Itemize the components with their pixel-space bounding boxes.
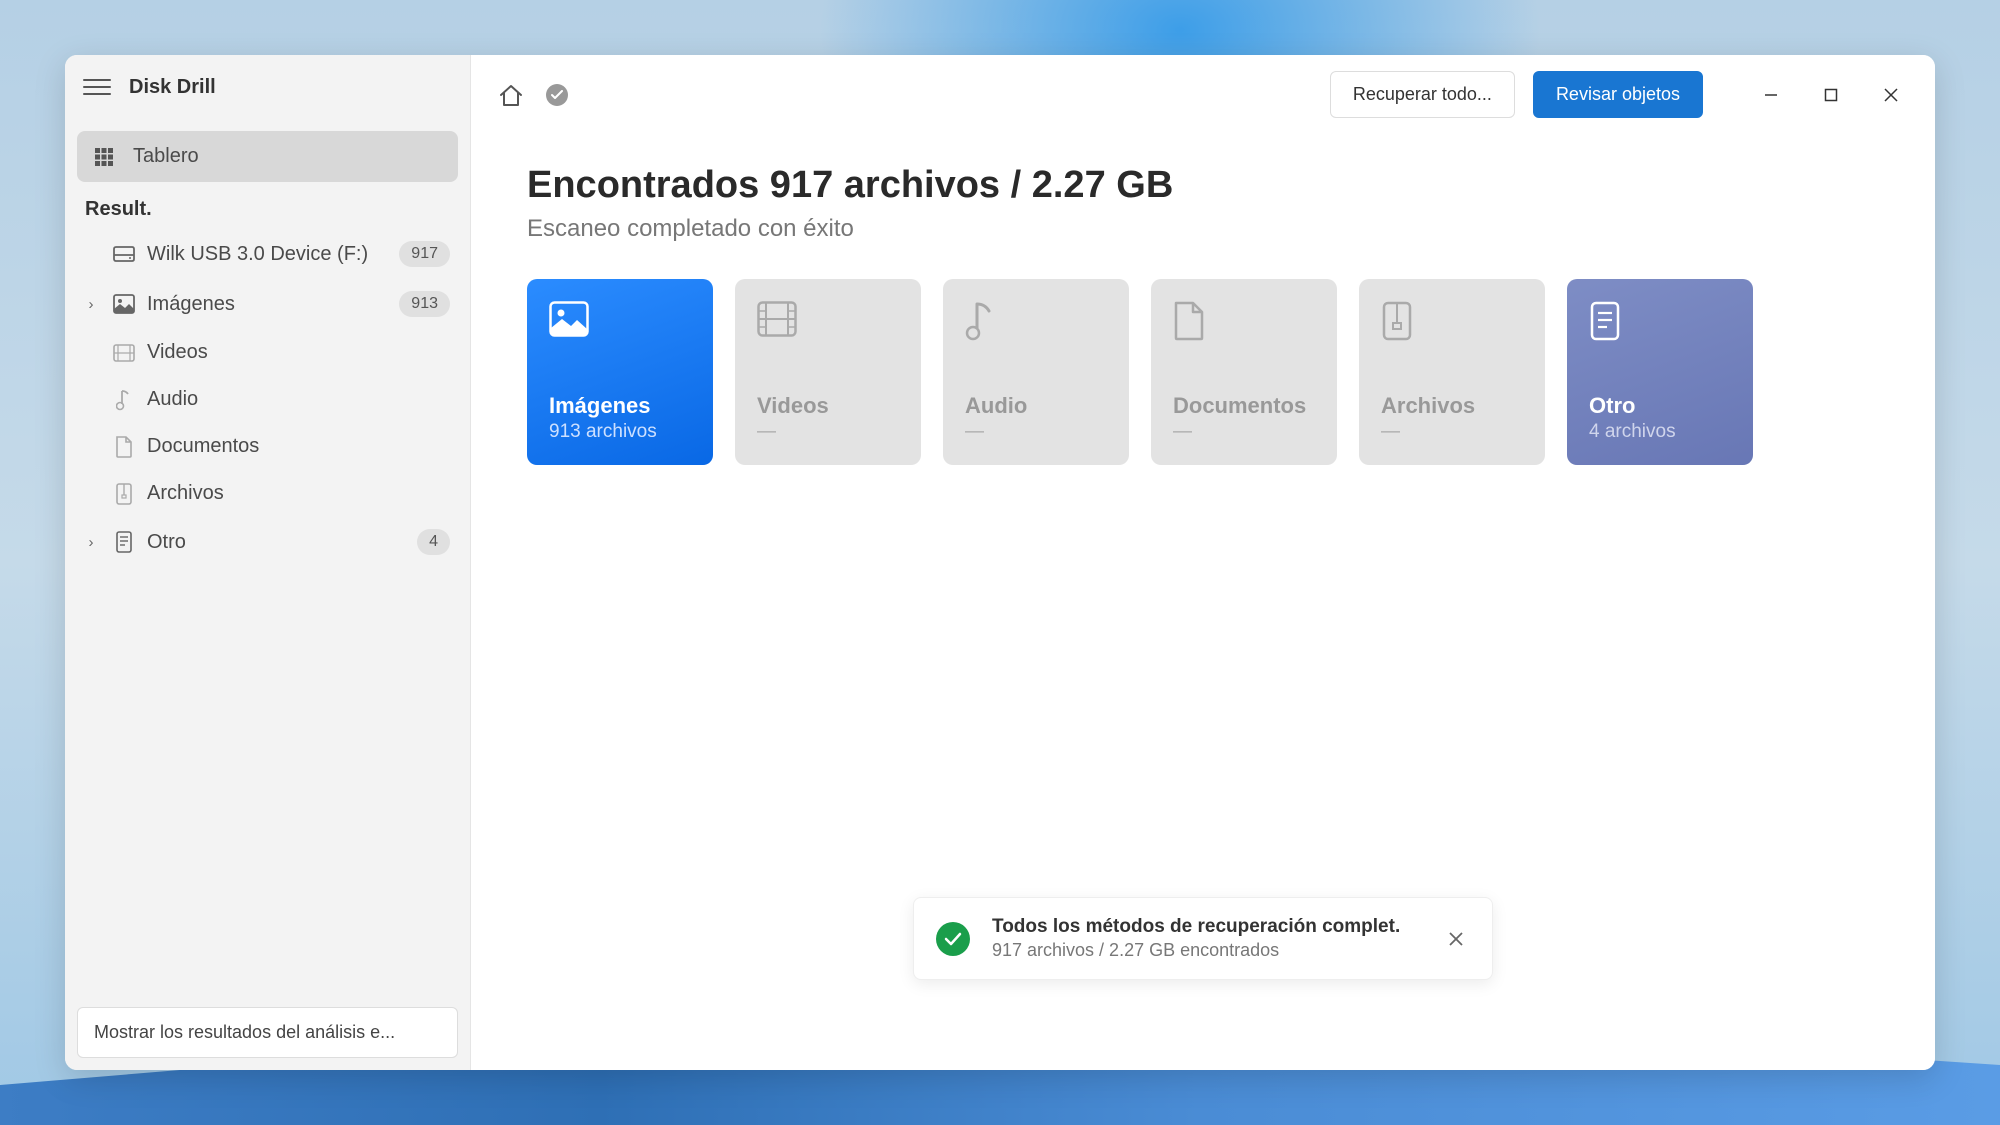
topbar: Recuperar todo... Revisar objetos xyxy=(471,55,1935,134)
sidebar-item-dashboard[interactable]: Tablero xyxy=(77,131,458,182)
card-audio[interactable]: Audio — xyxy=(943,279,1129,465)
toast-close-icon[interactable] xyxy=(1442,925,1470,953)
hamburger-icon[interactable] xyxy=(83,73,111,101)
toast-body: Todos los métodos de recuperación comple… xyxy=(992,916,1420,961)
document-icon xyxy=(1173,301,1213,341)
sidebar-category-audio[interactable]: › Audio xyxy=(77,376,458,423)
chevron-right-icon: › xyxy=(81,534,101,551)
video-icon xyxy=(757,301,797,341)
card-subtitle: 913 archivos xyxy=(549,421,691,443)
home-icon[interactable] xyxy=(497,81,525,109)
results-section-label: Result. xyxy=(65,182,470,229)
window-controls xyxy=(1741,75,1921,115)
sidebar: Disk Drill Tablero Result. › Wilk USB 3.… xyxy=(65,55,471,1070)
card-title: Otro xyxy=(1589,393,1731,419)
card-title: Videos xyxy=(757,393,899,419)
page-subtitle: Escaneo completado con éxito xyxy=(527,215,1879,243)
sidebar-item-label: Documentos xyxy=(147,435,450,458)
card-title: Imágenes xyxy=(549,393,691,419)
sidebar-item-label: Tablero xyxy=(133,145,442,168)
card-videos[interactable]: Videos — xyxy=(735,279,921,465)
audio-icon xyxy=(113,389,135,411)
sidebar-item-label: Otro xyxy=(147,531,405,554)
card-subtitle: — xyxy=(1173,421,1315,443)
card-subtitle: — xyxy=(757,421,899,443)
show-results-button[interactable]: Mostrar los resultados del análisis e... xyxy=(77,1007,458,1058)
archive-icon xyxy=(113,483,135,505)
sidebar-item-label: Audio xyxy=(147,388,450,411)
sidebar-category-other[interactable]: › Otro 4 xyxy=(77,517,458,567)
other-icon xyxy=(1589,301,1629,341)
sidebar-header: Disk Drill xyxy=(65,55,470,119)
content-area: Encontrados 917 archivos / 2.27 GB Escan… xyxy=(471,134,1935,495)
card-documents[interactable]: Documentos — xyxy=(1151,279,1337,465)
app-window: Disk Drill Tablero Result. › Wilk USB 3.… xyxy=(65,55,1935,1070)
sidebar-item-label: Archivos xyxy=(147,482,450,505)
sidebar-device[interactable]: › Wilk USB 3.0 Device (F:) 917 xyxy=(77,229,458,279)
review-objects-button[interactable]: Revisar objetos xyxy=(1533,71,1703,118)
sidebar-item-label: Videos xyxy=(147,341,450,364)
minimize-button[interactable] xyxy=(1741,75,1801,115)
sidebar-category-videos[interactable]: › Videos xyxy=(77,329,458,376)
image-icon xyxy=(113,293,135,315)
toast-subtitle: 917 archivos / 2.27 GB encontrados xyxy=(992,940,1420,961)
sidebar-item-label: Imágenes xyxy=(147,293,387,316)
count-badge: 917 xyxy=(399,241,450,267)
category-cards: Imágenes 913 archivos Videos — Audio — xyxy=(527,279,1879,465)
card-images[interactable]: Imágenes 913 archivos xyxy=(527,279,713,465)
card-other[interactable]: Otro 4 archivos xyxy=(1567,279,1753,465)
disk-icon xyxy=(113,243,135,265)
audio-icon xyxy=(965,301,1005,341)
card-subtitle: — xyxy=(1381,421,1523,443)
scan-status-icon[interactable] xyxy=(543,81,571,109)
main-content: Recuperar todo... Revisar objetos Encont… xyxy=(471,55,1935,1070)
archive-icon xyxy=(1381,301,1421,341)
sidebar-category-documents[interactable]: › Documentos xyxy=(77,423,458,470)
toast-notification: Todos los métodos de recuperación comple… xyxy=(913,897,1493,980)
toast-title: Todos los métodos de recuperación comple… xyxy=(992,916,1420,938)
sidebar-category-archives[interactable]: › Archivos xyxy=(77,470,458,517)
chevron-right-icon: › xyxy=(81,296,101,313)
maximize-button[interactable] xyxy=(1801,75,1861,115)
recover-all-button[interactable]: Recuperar todo... xyxy=(1330,71,1515,118)
other-icon xyxy=(113,531,135,553)
success-check-icon xyxy=(936,922,970,956)
card-archives[interactable]: Archivos — xyxy=(1359,279,1545,465)
sidebar-footer: Mostrar los resultados del análisis e... xyxy=(65,995,470,1070)
card-title: Audio xyxy=(965,393,1107,419)
sidebar-category-images[interactable]: › Imágenes 913 xyxy=(77,279,458,329)
count-badge: 913 xyxy=(399,291,450,317)
sidebar-nav: Tablero xyxy=(65,119,470,182)
close-button[interactable] xyxy=(1861,75,1921,115)
count-badge: 4 xyxy=(417,529,450,555)
app-title: Disk Drill xyxy=(129,76,216,99)
grid-icon xyxy=(93,146,115,168)
sidebar-tree: › Wilk USB 3.0 Device (F:) 917 › Imágene… xyxy=(65,229,470,567)
image-icon xyxy=(549,301,589,341)
card-title: Archivos xyxy=(1381,393,1523,419)
video-icon xyxy=(113,342,135,364)
sidebar-item-label: Wilk USB 3.0 Device (F:) xyxy=(147,243,387,266)
card-subtitle: — xyxy=(965,421,1107,443)
card-title: Documentos xyxy=(1173,393,1315,419)
page-title: Encontrados 917 archivos / 2.27 GB xyxy=(527,164,1879,207)
document-icon xyxy=(113,436,135,458)
card-subtitle: 4 archivos xyxy=(1589,421,1731,443)
